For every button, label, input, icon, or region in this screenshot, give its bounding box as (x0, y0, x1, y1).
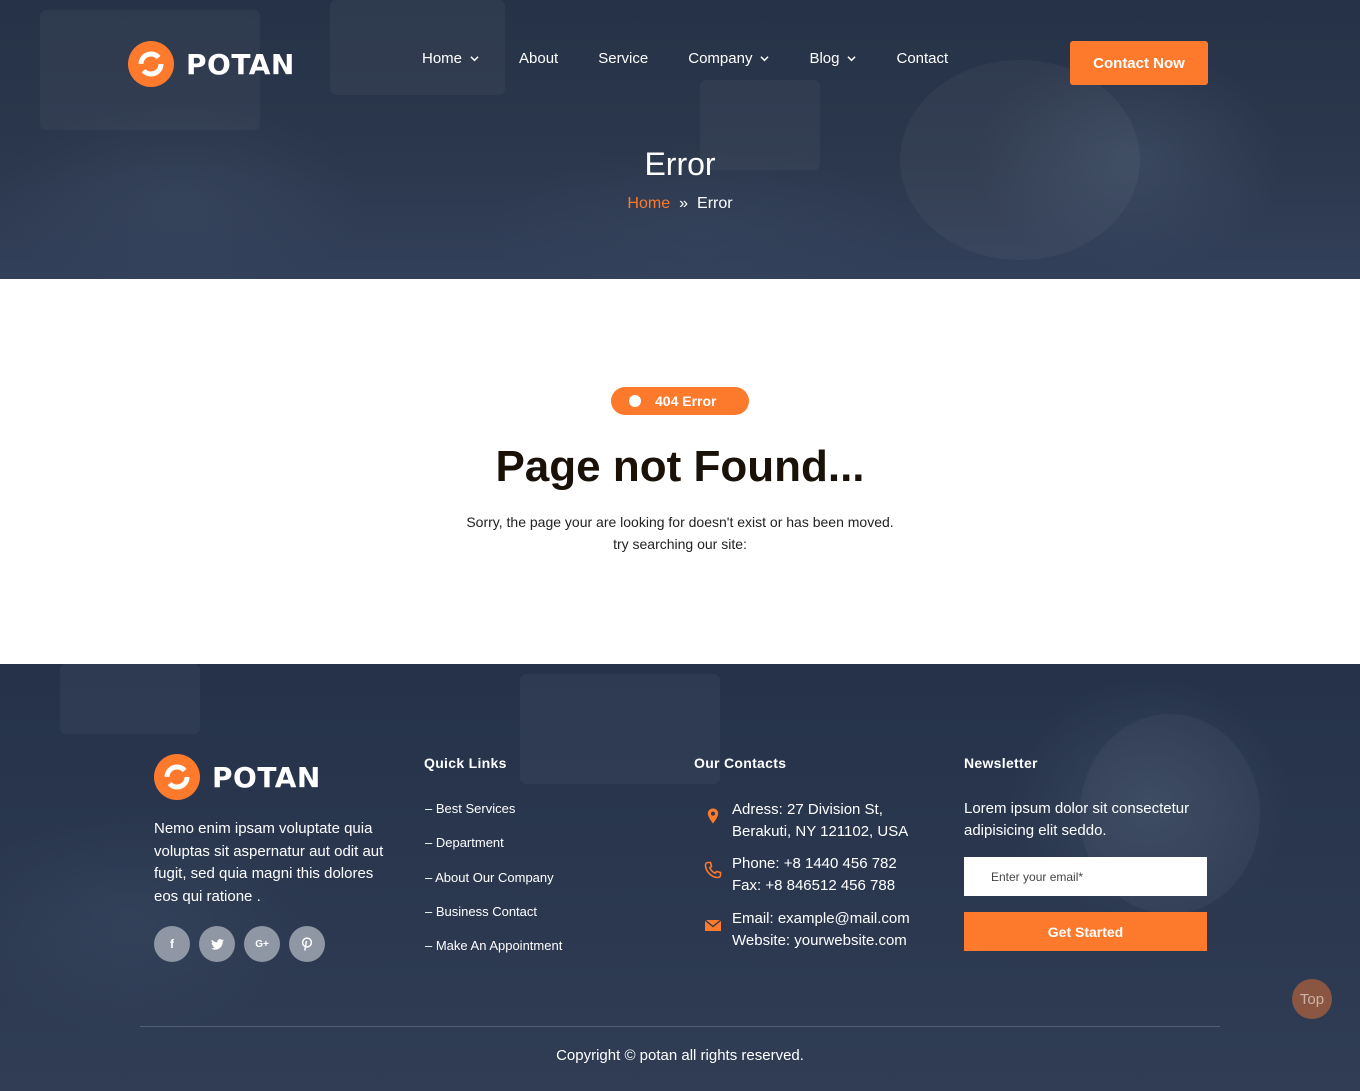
hero-title: Error (644, 146, 716, 182)
error-section: 404 Error Page not Found... Sorry, the p… (0, 279, 1360, 664)
nav-item-home[interactable]: Home (422, 50, 479, 67)
twitter-icon[interactable] (199, 926, 235, 962)
nav-item-label: Home (422, 50, 463, 67)
footer-divider (140, 1026, 1220, 1027)
newsletter-text: Lorem ipsum dolor sit consectetur adipis… (964, 800, 1190, 839)
quick-link-best-services[interactable]: – Best Services (425, 801, 562, 835)
nav-item-about[interactable]: About (519, 50, 558, 67)
quick-links-list: – Best Services – Department – About Our… (425, 801, 562, 972)
nav-item-blog[interactable]: Blog (809, 50, 857, 67)
phone-line: Phone: +8 1440 456 782 (732, 855, 897, 872)
newsletter-title: Newsletter (964, 755, 1038, 771)
chevron-down-icon (760, 56, 770, 62)
address-line-1: Adress: 27 Division St, (732, 801, 883, 818)
nav-item-label: About (519, 50, 559, 67)
facebook-icon[interactable]: f (154, 926, 190, 962)
error-hint: try searching our site: (613, 536, 747, 552)
background-photo-shape (60, 664, 200, 734)
nav-item-label: Contact (896, 50, 949, 67)
map-pin-icon (707, 808, 719, 824)
footer-logo[interactable]: POTAN (154, 754, 321, 800)
contact-email: Email: example@mail.com Website: yourweb… (704, 908, 910, 952)
logo-text: POTAN (212, 760, 321, 794)
copyright-text: Copyright © potan all rights reserved. (556, 1047, 804, 1064)
nav-item-label: Company (688, 50, 753, 67)
nav-item-contact[interactable]: Contact (896, 50, 948, 67)
phone-icon (704, 861, 722, 879)
logo-icon (128, 41, 174, 87)
contact-phone: Phone: +8 1440 456 782 Fax: +8 846512 45… (704, 853, 897, 897)
nav-item-company[interactable]: Company (688, 50, 770, 67)
footer-about-text: Nemo enim ipsam voluptate quia voluptas … (154, 820, 384, 906)
hero-banner: POTAN Home About Service Company Blog Co… (0, 0, 1360, 279)
dot-icon (629, 395, 641, 407)
breadcrumb-separator: » (679, 195, 689, 212)
site-footer: POTAN Nemo enim ipsam voluptate quia vol… (0, 664, 1360, 1091)
quick-link-department[interactable]: – Department (425, 835, 562, 869)
quick-link-about-company[interactable]: – About Our Company (425, 870, 562, 904)
quick-links-title: Quick Links (424, 755, 507, 771)
breadcrumb: Home » Error (0, 195, 1360, 213)
chevron-down-icon (847, 56, 857, 62)
nav-item-label: Blog (809, 50, 840, 67)
get-started-button[interactable]: Get Started (964, 912, 1207, 951)
chevron-down-icon (470, 56, 479, 62)
error-badge-label: 404 Error (655, 393, 717, 409)
header-logo[interactable]: POTAN (128, 41, 295, 87)
newsletter-email-input[interactable] (964, 857, 1207, 896)
website-line: Website: yourwebsite.com (732, 932, 907, 949)
breadcrumb-home-link[interactable]: Home (627, 195, 670, 213)
back-to-top-button[interactable]: Top (1292, 979, 1332, 1019)
envelope-icon (704, 919, 722, 931)
page-title: Page not Found... (495, 442, 865, 491)
breadcrumb-current: Error (697, 195, 733, 212)
logo-icon (154, 754, 200, 800)
background-photo-shape (330, 0, 505, 95)
address-line-2: Berakuti, NY 121102, USA (732, 823, 909, 840)
nav-item-label: Service (598, 50, 649, 67)
pinterest-icon[interactable] (289, 926, 325, 962)
contact-now-button[interactable]: Contact Now (1070, 41, 1208, 85)
quick-link-business-contact[interactable]: – Business Contact (425, 904, 562, 938)
social-links: f G+ (154, 926, 334, 962)
error-badge: 404 Error (611, 387, 749, 415)
main-nav: Home About Service Company Blog Contact (422, 50, 948, 67)
error-message: Sorry, the page your are looking for doe… (466, 514, 894, 530)
logo-text: POTAN (186, 47, 295, 81)
background-photo-shape (520, 674, 720, 784)
quick-link-appointment[interactable]: – Make An Appointment (425, 938, 562, 972)
contact-address: Adress: 27 Division St, Berakuti, NY 121… (704, 799, 908, 843)
fax-line: Fax: +8 846512 456 788 (732, 877, 896, 894)
email-line: Email: example@mail.com (732, 910, 910, 927)
google-plus-icon[interactable]: G+ (244, 926, 280, 962)
our-contacts-title: Our Contacts (694, 755, 787, 771)
nav-item-service[interactable]: Service (598, 50, 648, 67)
